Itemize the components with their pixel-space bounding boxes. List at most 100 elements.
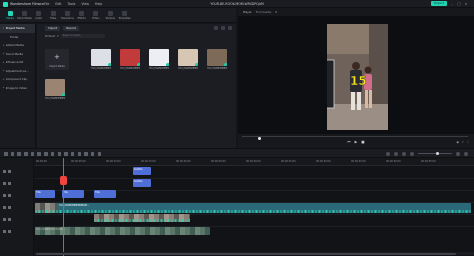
more-icon[interactable]	[97, 152, 102, 156]
split-icon[interactable]	[37, 152, 41, 156]
redo-icon[interactable]	[24, 152, 28, 156]
lock-icon[interactable]	[3, 230, 6, 233]
timeline-title-clip[interactable]: Subtitle	[133, 167, 151, 175]
record-button[interactable]: Record	[63, 26, 79, 31]
audio-icon[interactable]	[70, 152, 75, 156]
tab-audio[interactable]: Audio	[32, 8, 46, 23]
sidebar-item-influence-kit[interactable]: ▸ Influence Kit	[0, 58, 35, 67]
track-header-4[interactable]	[0, 202, 34, 213]
quality-select[interactable]: Full Quality	[256, 10, 272, 14]
menu-tools[interactable]: Tools	[68, 2, 76, 6]
volume-icon[interactable]: ♪	[462, 140, 464, 144]
player-tab[interactable]: Player	[243, 10, 252, 14]
eye-icon[interactable]	[8, 182, 11, 185]
sidebar-item-folder[interactable]: Folder	[0, 33, 35, 42]
sidebar-item-project-media[interactable]: ▾ Project Media	[0, 24, 35, 33]
eye-icon[interactable]	[8, 194, 11, 197]
filter-icon[interactable]	[214, 26, 218, 30]
stop-icon[interactable]: ■	[361, 140, 364, 144]
track-header-1[interactable]	[0, 166, 34, 177]
timeline-video-clip[interactable]: YOU_HLWNXMMEDDBUPZ...	[35, 203, 471, 213]
delete-icon[interactable]	[30, 152, 35, 156]
text-icon[interactable]	[50, 152, 55, 156]
grid-icon[interactable]	[4, 152, 8, 156]
tab-stickers[interactable]: Stickers	[103, 8, 117, 23]
zoom-in-icon[interactable]	[456, 151, 460, 156]
import-media-tile[interactable]: + Import Media	[45, 49, 69, 70]
track-header-5[interactable]	[0, 214, 34, 225]
marker-icon[interactable]	[394, 151, 398, 156]
folder-label[interactable]: Default	[45, 34, 55, 38]
crop-icon[interactable]	[44, 152, 48, 156]
lock-icon[interactable]	[3, 206, 6, 209]
tab-templates[interactable]: Templates	[117, 8, 131, 23]
speed-icon[interactable]	[57, 152, 61, 156]
timeline-scrollbar[interactable]	[34, 252, 474, 255]
lock-icon[interactable]	[3, 182, 6, 185]
minimize-icon[interactable]: –	[450, 2, 454, 6]
timeline-title-clip[interactable]: Subtitle	[133, 179, 151, 187]
media-clip-6[interactable]: YOU_HLWNXMMEDDBUPZ...	[45, 79, 65, 105]
media-clip-2[interactable]: YOU_HLWNXMMEDDBUPZ...	[120, 49, 140, 75]
chevron-down-icon[interactable]: ▾	[57, 34, 58, 38]
tab-media[interactable]: Media	[3, 8, 17, 23]
menu-help[interactable]: Help	[95, 2, 102, 6]
mask-icon[interactable]	[77, 152, 82, 156]
voiceover-icon[interactable]	[402, 151, 406, 156]
tab-titles[interactable]: Titles	[46, 8, 60, 23]
sidebar-item-global-media[interactable]: ▸ Global Media	[0, 41, 35, 50]
zoom-slider[interactable]	[418, 152, 452, 155]
menu-view[interactable]: View	[81, 2, 89, 6]
timeline-ruler[interactable]: 00:00:00 00:00:05:00 00:00:10:00 00:00:1…	[34, 158, 474, 166]
player-scrubber[interactable]	[242, 136, 468, 140]
menu-file[interactable]: File	[44, 2, 49, 6]
track-header-2[interactable]	[0, 178, 34, 189]
eye-icon[interactable]	[8, 170, 11, 173]
media-clip-3[interactable]: YOU_HLWNXMMEDDBUPZ...	[149, 49, 169, 75]
playhead-handle[interactable]	[60, 176, 67, 185]
layout-icon[interactable]	[464, 151, 468, 156]
export-button[interactable]: Export	[431, 1, 447, 6]
stabilize-icon[interactable]	[90, 152, 95, 156]
close-icon[interactable]: ×	[464, 2, 468, 6]
tab-stock-media[interactable]: Stock Media	[17, 8, 32, 23]
timeline-overlay-clip[interactable]	[94, 214, 190, 222]
lock-icon[interactable]	[3, 218, 6, 221]
import-button[interactable]: Import	[45, 26, 61, 31]
timeline-title-clip[interactable]: Title	[35, 190, 55, 198]
snapshot-icon[interactable]: ◉	[456, 140, 459, 144]
speaker-icon[interactable]	[8, 230, 11, 233]
menu-edit[interactable]: Edit	[55, 2, 61, 6]
media-clip-5[interactable]: YOU_HLWNXMMEDDBUPZ...	[207, 49, 227, 75]
select-icon[interactable]	[10, 152, 15, 156]
sidebar-item-adjustment-layer[interactable]: ▸ Adjustment La...	[0, 67, 35, 76]
zoom-handle[interactable]	[436, 152, 439, 155]
fullscreen-icon[interactable]: ⛶	[467, 140, 469, 144]
zoom-out-icon[interactable]	[410, 151, 414, 156]
tab-effects[interactable]: Effects	[74, 8, 88, 23]
tab-filters[interactable]: Filters	[89, 8, 103, 23]
keyframe-icon[interactable]	[84, 152, 88, 156]
lock-icon[interactable]	[3, 194, 6, 197]
grid-view-icon[interactable]	[221, 26, 225, 30]
timeline-title-clip[interactable]: Title	[94, 190, 116, 198]
search-input[interactable]: Search media	[60, 33, 105, 39]
undo-icon[interactable]	[17, 152, 21, 156]
maximize-icon[interactable]: □	[457, 2, 461, 6]
chevron-down-icon[interactable]: ▾	[275, 10, 276, 14]
track-header-3[interactable]	[0, 190, 34, 201]
lock-icon[interactable]	[3, 170, 6, 173]
tab-transitions[interactable]: Transitions	[60, 8, 74, 23]
play-icon[interactable]: ▶	[355, 140, 358, 144]
video-preview-frame[interactable]: 15	[327, 24, 388, 130]
eye-icon[interactable]	[8, 218, 11, 221]
scrollbar-thumb[interactable]	[36, 252, 456, 255]
eye-icon[interactable]	[8, 206, 11, 209]
timeline-playhead[interactable]	[63, 158, 64, 256]
sidebar-item-cloud-media[interactable]: ▸ Cloud Media	[0, 50, 35, 59]
media-clip-4[interactable]: YOU_HLWNXMMEDDBUPZ...	[178, 49, 198, 75]
color-icon[interactable]	[64, 152, 68, 156]
sidebar-item-compound-clip[interactable]: ▸ Compound Clip	[0, 75, 35, 84]
render-icon[interactable]	[386, 151, 390, 156]
more-icon[interactable]	[228, 26, 232, 30]
